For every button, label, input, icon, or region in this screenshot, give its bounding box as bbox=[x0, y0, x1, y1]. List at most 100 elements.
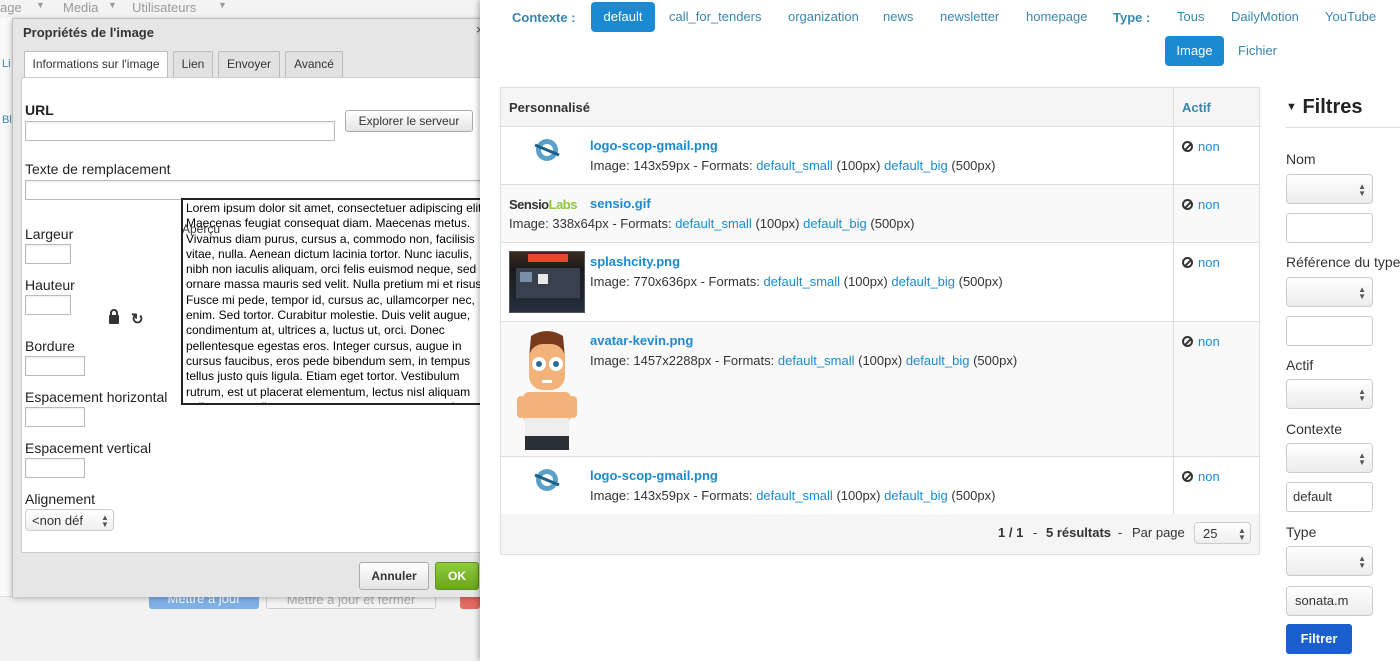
active-status[interactable]: non bbox=[1182, 469, 1220, 484]
height-label: Hauteur bbox=[25, 277, 75, 293]
scop-logo-icon bbox=[529, 135, 565, 165]
media-info: Image: 143x59px - Formats: default_small… bbox=[590, 158, 996, 173]
context-homepage[interactable]: homepage bbox=[1026, 2, 1087, 32]
format-big-link[interactable]: default_big bbox=[803, 216, 867, 231]
media-name[interactable]: splashcity.png bbox=[590, 254, 680, 269]
filter-type-operator-select[interactable]: ▲ ▼ bbox=[1286, 546, 1373, 576]
context-newsletter[interactable]: newsletter bbox=[940, 2, 999, 32]
context-organization[interactable]: organization bbox=[788, 2, 859, 32]
table-row: avatar-kevin.png Image: 1457x2288px - Fo… bbox=[500, 321, 1260, 457]
context-call-for-tenders[interactable]: call_for_tenders bbox=[669, 2, 762, 32]
context-news[interactable]: news bbox=[883, 2, 913, 32]
tab-image-info[interactable]: Informations sur l'image bbox=[24, 51, 168, 78]
media-info: Image: 770x636px - Formats: default_smal… bbox=[590, 274, 1003, 289]
menu-item-media[interactable]: Media bbox=[63, 0, 98, 15]
format-small-link[interactable]: default_small bbox=[756, 488, 833, 503]
filters-heading[interactable]: ▼ Filtres bbox=[1286, 96, 1400, 128]
filter-active-label: Actif bbox=[1286, 357, 1314, 373]
active-status[interactable]: non bbox=[1182, 255, 1220, 270]
format-big-link[interactable]: default_big bbox=[884, 158, 948, 173]
cancel-button[interactable]: Annuler bbox=[359, 562, 429, 590]
alignment-select[interactable]: <non déf ▲ ▼ bbox=[25, 509, 114, 531]
active-status[interactable]: non bbox=[1182, 334, 1220, 349]
url-input[interactable] bbox=[25, 121, 335, 141]
page-indicator: 1 / 1 bbox=[998, 525, 1024, 540]
alignment-value: <non déf bbox=[32, 513, 83, 528]
alignment-label: Alignement bbox=[25, 491, 96, 507]
per-page-value: 25 bbox=[1203, 526, 1218, 541]
media-info: Image: 338x64px - Formats: default_small… bbox=[509, 216, 915, 231]
height-input[interactable] bbox=[25, 295, 71, 315]
column-active[interactable]: Actif bbox=[1173, 87, 1260, 127]
filter-type-ref-operator-select[interactable]: ▲ ▼ bbox=[1286, 277, 1373, 307]
media-name[interactable]: sensio.gif bbox=[590, 196, 651, 211]
table-row: logo-scop-gmail.png Image: 143x59px - Fo… bbox=[500, 456, 1260, 515]
sensiolabs-logo-icon: SensioLabs bbox=[509, 197, 577, 212]
pagination-bar: 1 / 1 - 5 résultats - Par page 25 ▲ ▼ bbox=[500, 514, 1260, 555]
format-small-link[interactable]: default_small bbox=[675, 216, 752, 231]
column-custom: Personnalisé bbox=[500, 87, 1174, 127]
table-row: logo-scop-gmail.png Image: 143x59px - Fo… bbox=[500, 126, 1260, 185]
filter-context-label: Contexte bbox=[1286, 421, 1343, 437]
filter-submit-button[interactable]: Filtrer bbox=[1286, 624, 1352, 654]
format-small-link[interactable]: default_small bbox=[778, 353, 855, 368]
filter-name-operator-select[interactable]: ▲ ▼ bbox=[1286, 174, 1373, 204]
lock-icon[interactable] bbox=[109, 309, 119, 324]
tab-advanced[interactable]: Avancé bbox=[285, 51, 343, 77]
table-row: splashcity.png Image: 770x636px - Format… bbox=[500, 242, 1260, 322]
media-name[interactable]: logo-scop-gmail.png bbox=[590, 468, 718, 483]
image-properties-dialog: Propriétés de l'image × Informations sur… bbox=[12, 18, 496, 597]
media-name[interactable]: avatar-kevin.png bbox=[590, 333, 693, 348]
type-file[interactable]: Fichier bbox=[1238, 36, 1277, 66]
format-small-link[interactable]: default_small bbox=[763, 274, 840, 289]
format-big-link[interactable]: default_big bbox=[884, 488, 948, 503]
context-default[interactable]: default bbox=[591, 2, 655, 32]
tab-link[interactable]: Lien bbox=[173, 51, 213, 77]
format-big-link[interactable]: default_big bbox=[891, 274, 955, 289]
vspace-label: Espacement vertical bbox=[25, 440, 152, 456]
alt-text-input[interactable] bbox=[25, 180, 493, 200]
filter-context-operator-select[interactable]: ▲ ▼ bbox=[1286, 443, 1373, 473]
dialog-footer: Annuler OK bbox=[13, 557, 495, 597]
background-link-2[interactable]: Bl bbox=[2, 114, 12, 126]
type-all[interactable]: Tous bbox=[1177, 2, 1204, 32]
filter-type-value-select[interactable]: sonata.m bbox=[1286, 586, 1373, 616]
filter-context-input[interactable]: default bbox=[1286, 482, 1373, 512]
context-label: Contexte : bbox=[512, 10, 576, 25]
width-label: Largeur bbox=[25, 226, 74, 242]
active-status[interactable]: non bbox=[1182, 197, 1220, 212]
width-input[interactable] bbox=[25, 244, 71, 264]
alt-text-label: Texte de remplacement bbox=[25, 161, 171, 177]
menu-item-users[interactable]: Utilisateurs bbox=[132, 0, 196, 15]
media-table: Personnalisé Actif logo-scop-gmail.png I… bbox=[500, 87, 1260, 515]
format-big-link[interactable]: default_big bbox=[906, 353, 970, 368]
type-image[interactable]: Image bbox=[1165, 36, 1224, 66]
format-small-link[interactable]: default_small bbox=[756, 158, 833, 173]
ban-icon bbox=[1182, 471, 1193, 482]
browse-server-button[interactable]: Explorer le serveur bbox=[345, 110, 473, 132]
vspace-input[interactable] bbox=[25, 458, 85, 478]
results-count: 5 résultats bbox=[1046, 525, 1112, 540]
menu-item-age[interactable]: age bbox=[0, 0, 22, 15]
dialog-title: Propriétés de l'image bbox=[23, 25, 154, 40]
hspace-label: Espacement horizontal bbox=[25, 389, 168, 405]
filter-active-select[interactable]: ▲ ▼ bbox=[1286, 379, 1373, 409]
reset-size-icon[interactable]: ↻ bbox=[131, 310, 144, 328]
per-page-select[interactable]: 25 ▲ ▼ bbox=[1194, 522, 1251, 544]
select-arrows-icon: ▲ ▼ bbox=[1358, 387, 1366, 403]
url-label: URL bbox=[25, 102, 54, 118]
filter-name-input[interactable] bbox=[1286, 213, 1373, 243]
filter-type-ref-input[interactable] bbox=[1286, 316, 1373, 346]
active-status[interactable]: non bbox=[1182, 139, 1220, 154]
preview-text: Lorem ipsum dolor sit amet, consectetuer… bbox=[186, 201, 485, 403]
tab-upload[interactable]: Envoyer bbox=[218, 51, 280, 77]
hspace-input[interactable] bbox=[25, 407, 85, 427]
select-arrows-icon: ▲ ▼ bbox=[1358, 554, 1366, 570]
select-arrows-icon: ▲ ▼ bbox=[1358, 182, 1366, 198]
media-name[interactable]: logo-scop-gmail.png bbox=[590, 138, 718, 153]
border-label: Bordure bbox=[25, 338, 75, 354]
ok-button[interactable]: OK bbox=[435, 562, 479, 590]
media-info: Image: 143x59px - Formats: default_small… bbox=[590, 488, 996, 503]
background-link-1[interactable]: Li bbox=[2, 58, 11, 70]
border-input[interactable] bbox=[25, 356, 85, 376]
